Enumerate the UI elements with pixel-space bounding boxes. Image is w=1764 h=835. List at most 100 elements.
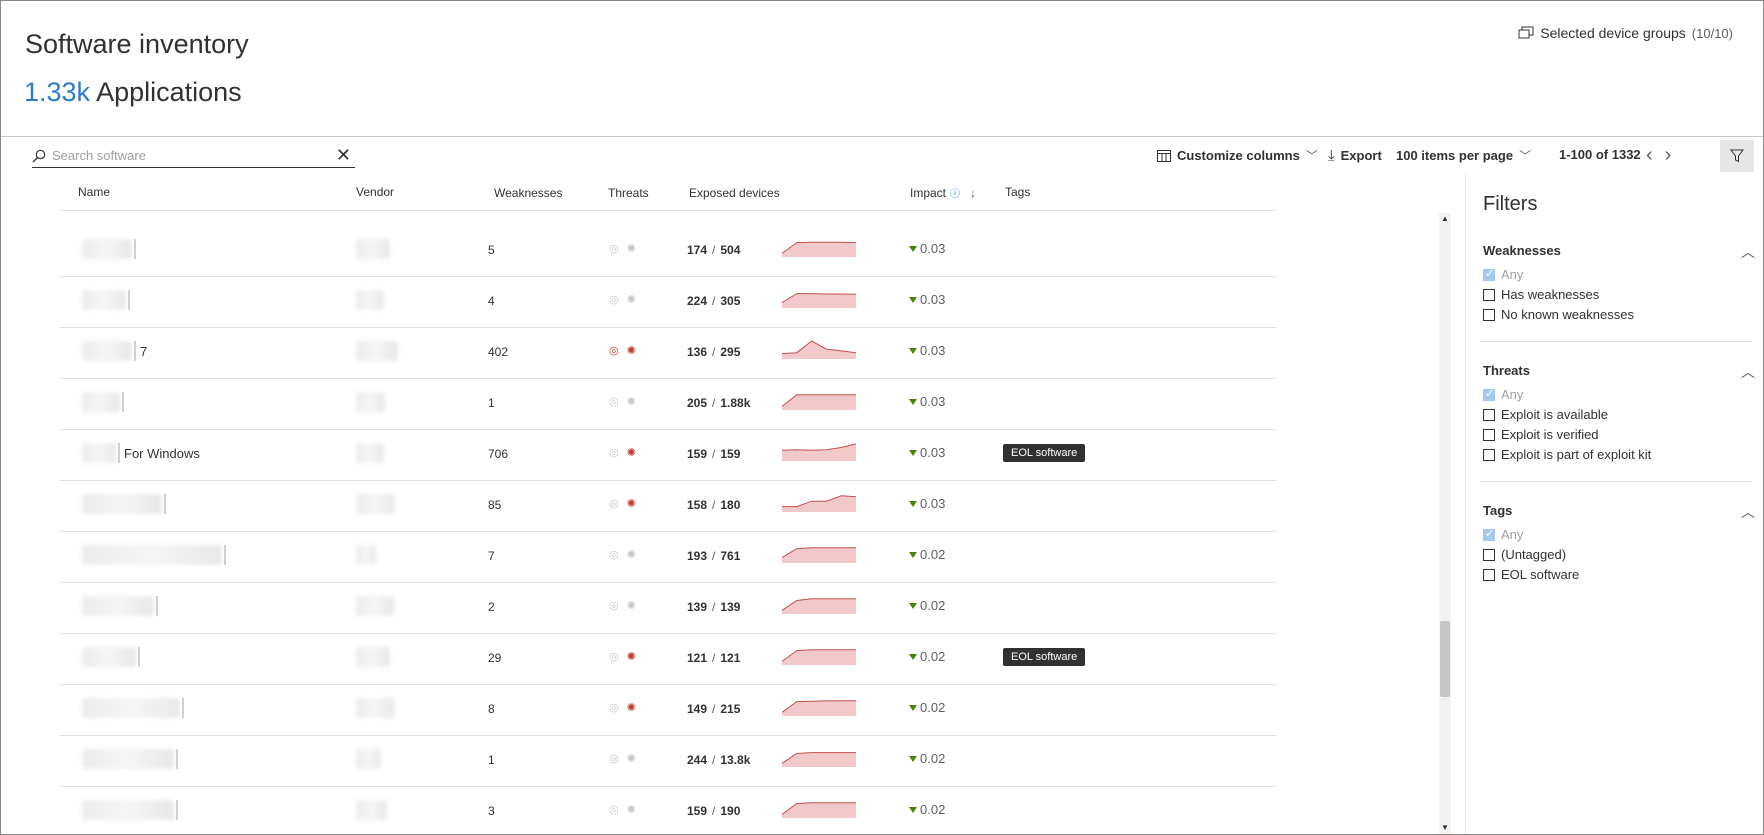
table-row[interactable]: 85 ◎ ✺ 158/180 0.03 — [60, 480, 1276, 532]
filter-section-title[interactable]: Threats — [1483, 363, 1530, 378]
filter-toggle-button[interactable] — [1720, 140, 1754, 172]
exposed-count: 159 — [687, 447, 708, 461]
redaction-edge — [182, 698, 184, 718]
customize-columns-button[interactable]: Customize columns ﹀ — [1157, 147, 1318, 164]
column-header-exposed-devices[interactable]: Exposed devices — [689, 186, 780, 200]
redaction-edge — [122, 392, 124, 412]
device-groups-button[interactable]: Selected device groups (10/10) — [1518, 25, 1733, 41]
table-row[interactable]: 7 402 ◎ ✺ 136/295 0.03 — [60, 327, 1276, 379]
checkbox[interactable] — [1483, 527, 1495, 541]
exploit-target-icon: ◎ — [609, 753, 619, 765]
filter-option[interactable]: Any — [1483, 387, 1523, 402]
exposed-count: 136 — [687, 345, 708, 359]
vendor-name-redacted — [356, 545, 376, 565]
impact-value: 0.03 — [920, 445, 946, 460]
bug-icon: ✺ — [626, 753, 636, 765]
scrollbar-thumb[interactable] — [1440, 621, 1450, 697]
software-name-redacted — [82, 341, 132, 361]
checkbox[interactable] — [1483, 568, 1495, 581]
table-row[interactable]: 1 ◎ ✺ 244/13.8k 0.02 — [60, 735, 1276, 787]
total-devices: 215 — [720, 702, 741, 716]
search-input[interactable] — [52, 148, 322, 163]
filter-section-title[interactable]: Tags — [1483, 503, 1512, 518]
chevron-up-icon[interactable]: ︿ — [1741, 362, 1755, 382]
filter-option[interactable]: Exploit is available — [1483, 407, 1608, 422]
total-devices: 305 — [720, 294, 741, 308]
impact-value: 0.02 — [920, 649, 946, 664]
filter-option[interactable]: Has weaknesses — [1483, 287, 1599, 302]
exploit-target-icon: ◎ — [609, 600, 619, 612]
filter-section-title[interactable]: Weaknesses — [1483, 243, 1561, 258]
separator: / — [712, 345, 716, 359]
checkbox[interactable] — [1483, 288, 1495, 301]
vendor-name-redacted — [356, 239, 390, 259]
decrease-arrow-icon — [909, 755, 917, 762]
scroll-down-icon[interactable]: ▼ — [1441, 823, 1449, 832]
next-page-icon[interactable]: › — [1665, 144, 1672, 167]
exposed-devices: 244 / 13.8k — [687, 753, 750, 767]
column-header-vendor[interactable]: Vendor — [356, 185, 394, 199]
vendor-name-redacted — [356, 596, 394, 616]
table-row[interactable]: 3 ◎ ✺ 159/190 0.02 — [60, 786, 1276, 834]
filter-option-label: Any — [1501, 267, 1524, 282]
tag-badge[interactable]: EOL software — [1003, 648, 1086, 666]
redaction-edge — [164, 494, 166, 514]
total-devices: 13.8k — [720, 753, 751, 767]
exploit-target-icon: ◎ — [609, 702, 619, 714]
sparkline-area — [782, 547, 856, 563]
filter-option[interactable]: No known weaknesses — [1483, 307, 1634, 322]
sparkline-area — [782, 598, 856, 614]
exposure-trend-sparkline — [782, 293, 856, 308]
checkbox[interactable] — [1483, 408, 1495, 421]
filter-option[interactable]: EOL software — [1483, 567, 1579, 582]
exploit-target-icon: ◎ — [609, 651, 619, 663]
filter-option[interactable]: Exploit is part of exploit kit — [1483, 447, 1651, 462]
device-groups-label: Selected device groups — [1540, 25, 1686, 41]
column-header-impact[interactable]: Impact ⓘ ↓ — [910, 185, 977, 201]
exposure-trend-sparkline — [782, 241, 856, 257]
separator: / — [712, 804, 716, 818]
column-header-weaknesses[interactable]: Weaknesses — [494, 186, 562, 200]
scroll-up-icon[interactable]: ▲ — [1441, 214, 1449, 223]
tag-badge[interactable]: EOL software — [1003, 444, 1086, 462]
checkbox[interactable] — [1483, 548, 1495, 561]
filter-option[interactable]: (Untagged) — [1483, 547, 1566, 562]
filter-option[interactable]: Any — [1483, 267, 1523, 282]
checkbox[interactable] — [1483, 428, 1495, 441]
column-header-name[interactable]: Name — [78, 185, 110, 199]
chevron-down-icon: ﹀ — [1519, 149, 1532, 163]
exploit-target-icon: ◎ — [609, 294, 619, 306]
weaknesses-count: 402 — [488, 345, 509, 359]
table-row[interactable]: 1 ◎ ✺ 205/1.88k 0.03 — [60, 378, 1276, 430]
checkbox[interactable] — [1483, 308, 1495, 321]
column-header-threats[interactable]: Threats — [608, 186, 649, 200]
count-number: 1.33k — [24, 77, 91, 107]
items-per-page-dropdown[interactable]: 100 items per page ﹀ — [1396, 147, 1531, 164]
exploit-target-icon: ◎ — [609, 243, 619, 255]
table-scrollbar[interactable] — [1439, 213, 1451, 834]
filter-option[interactable]: Any — [1483, 527, 1523, 542]
clear-search-icon[interactable]: ✕ — [336, 146, 351, 164]
table-row[interactable]: 29 ◎ ✺ 121/121 0.02 EOL software — [60, 633, 1276, 685]
exposed-count: 174 — [687, 243, 708, 257]
threats-cell: ◎ ✺ — [609, 599, 636, 612]
table-row[interactable]: 5 ◎ ✺ 174/504 0.03 — [60, 225, 1276, 277]
table-row[interactable]: 4 ◎ ✺ 224/305 0.03 — [60, 276, 1276, 328]
bug-icon: ✺ — [626, 549, 636, 561]
checkbox[interactable] — [1483, 267, 1495, 281]
checkbox[interactable] — [1483, 387, 1495, 401]
table-row[interactable]: 7 ◎ ✺ 193/761 0.02 — [60, 531, 1276, 583]
filter-option[interactable]: Exploit is verified — [1483, 427, 1599, 442]
checkbox[interactable] — [1483, 448, 1495, 461]
table-row[interactable]: 8 ◎ ✺ 149/215 0.02 — [60, 684, 1276, 736]
table-row[interactable]: 2 ◎ ✺ 139/139 0.02 — [60, 582, 1276, 634]
sort-descending-icon: ↓ — [970, 185, 977, 200]
export-button[interactable]: ⤓ Export — [1328, 147, 1382, 164]
chevron-up-icon[interactable]: ︿ — [1741, 242, 1755, 262]
column-header-tags[interactable]: Tags — [1005, 185, 1030, 199]
chevron-up-icon[interactable]: ︿ — [1741, 502, 1755, 522]
redaction-edge — [156, 596, 158, 616]
table-row[interactable]: For Windows 706 ◎ ✺ 159/159 0.03 EOL software — [60, 429, 1276, 481]
previous-page-icon[interactable]: ‹ — [1646, 144, 1653, 167]
total-devices: 180 — [720, 498, 741, 512]
